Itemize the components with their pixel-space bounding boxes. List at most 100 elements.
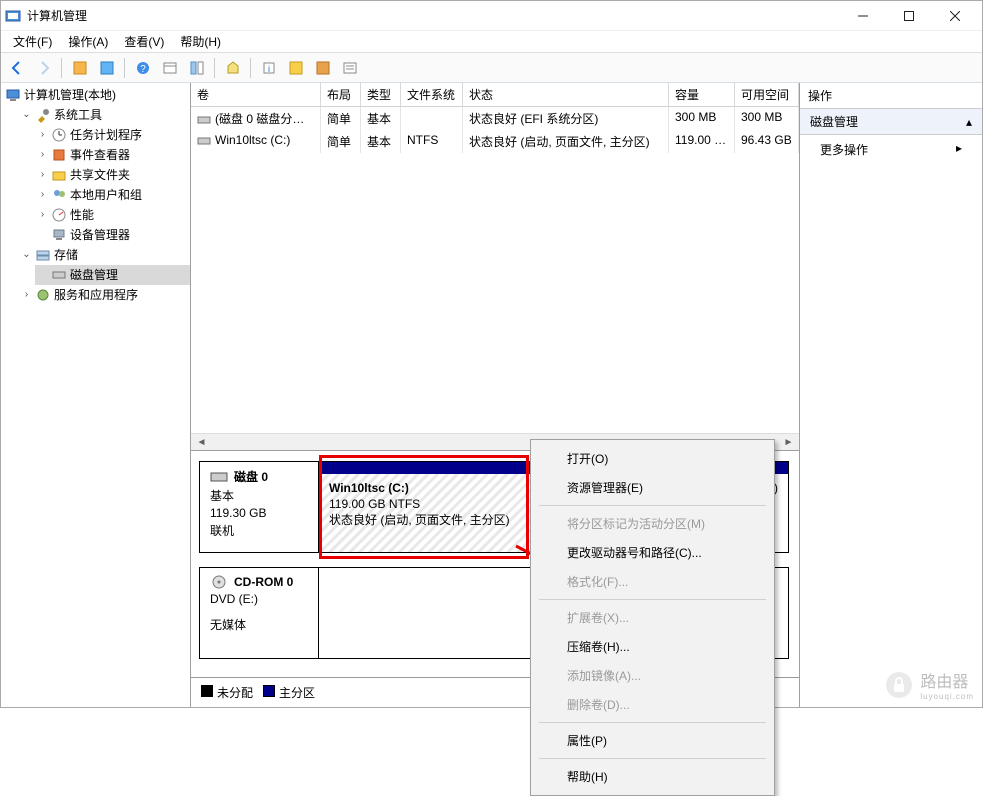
ctx-extend: 扩展卷(X)... <box>533 603 772 632</box>
tree-label: 服务和应用程序 <box>54 286 138 304</box>
vol-free: 300 MB <box>735 107 799 130</box>
actions-more-label: 更多操作 <box>820 141 868 158</box>
tb-icon-7[interactable] <box>284 57 307 79</box>
expand-icon[interactable]: › <box>21 290 32 301</box>
drive-icon <box>197 114 211 126</box>
tree-local-users[interactable]: › 本地用户和组 <box>35 185 190 205</box>
computer-icon <box>5 87 21 103</box>
scroll-right-icon[interactable]: ► <box>780 435 797 450</box>
scroll-left-icon[interactable]: ◄ <box>193 435 210 450</box>
navigation-tree: 计算机管理(本地) ⌄ 系统工具 ›任务计划程序 ›事件查看器 <box>1 83 191 707</box>
minimize-button[interactable] <box>840 1 886 31</box>
tree-performance[interactable]: › 性能 <box>35 205 190 225</box>
ctx-properties[interactable]: 属性(P) <box>533 726 772 755</box>
ctx-explorer[interactable]: 资源管理器(E) <box>533 473 772 502</box>
menu-action[interactable]: 操作(A) <box>60 31 116 52</box>
forward-button[interactable] <box>32 57 55 79</box>
col-fs[interactable]: 文件系统 <box>401 83 463 106</box>
svg-text:?: ? <box>140 64 146 75</box>
maximize-button[interactable] <box>886 1 932 31</box>
drive-icon <box>197 135 211 147</box>
expand-icon[interactable]: › <box>37 150 48 161</box>
vol-layout: 简单 <box>321 130 361 153</box>
tree-services-apps[interactable]: › 服务和应用程序 <box>19 285 190 305</box>
col-volume[interactable]: 卷 <box>191 83 321 106</box>
help-icon[interactable]: ? <box>131 57 154 79</box>
actions-header: 操作 <box>800 83 982 109</box>
tb-icon-6[interactable]: i <box>257 57 280 79</box>
tb-icon-1[interactable] <box>68 57 91 79</box>
tree-label: 本地用户和组 <box>70 186 142 204</box>
legend-swatch-primary <box>263 685 275 697</box>
legend-primary: 主分区 <box>279 686 315 700</box>
expand-icon[interactable]: ⌄ <box>21 110 32 121</box>
col-capacity[interactable]: 容量 <box>669 83 735 106</box>
disk0-header[interactable]: 磁盘 0 基本 119.30 GB 联机 <box>199 461 319 553</box>
col-layout[interactable]: 布局 <box>321 83 361 106</box>
tree-storage[interactable]: ⌄ 存储 <box>19 245 190 265</box>
tree-task-scheduler[interactable]: ›任务计划程序 <box>35 125 190 145</box>
close-button[interactable] <box>932 1 978 31</box>
ctx-format: 格式化(F)... <box>533 567 772 596</box>
expand-icon[interactable]: › <box>37 170 48 181</box>
vol-status: 状态良好 (启动, 页面文件, 主分区) <box>463 130 669 153</box>
volume-body: (磁盘 0 磁盘分区 2) 简单 基本 状态良好 (EFI 系统分区) 300 … <box>191 107 799 433</box>
actions-section[interactable]: 磁盘管理 ▴ <box>800 109 982 135</box>
tb-icon-4[interactable] <box>185 57 208 79</box>
context-menu: 打开(O) 资源管理器(E) 将分区标记为活动分区(M) 更改驱动器号和路径(C… <box>530 439 775 796</box>
tree-event-viewer[interactable]: ›事件查看器 <box>35 145 190 165</box>
tb-icon-2[interactable] <box>95 57 118 79</box>
volume-row[interactable]: Win10ltsc (C:) 简单 基本 NTFS 状态良好 (启动, 页面文件… <box>191 130 799 153</box>
menu-view[interactable]: 查看(V) <box>116 31 172 52</box>
ctx-open[interactable]: 打开(O) <box>533 444 772 473</box>
actions-more[interactable]: 更多操作 ▸ <box>800 135 982 164</box>
ctx-shrink[interactable]: 压缩卷(H)... <box>533 632 772 661</box>
col-type[interactable]: 类型 <box>361 83 401 106</box>
cdrom-header[interactable]: CD-ROM 0 DVD (E:) 无媒体 <box>199 567 319 659</box>
cdrom-label: CD-ROM 0 <box>234 575 293 589</box>
volume-row[interactable]: (磁盘 0 磁盘分区 2) 简单 基本 状态良好 (EFI 系统分区) 300 … <box>191 107 799 130</box>
tree-label: 性能 <box>70 206 94 224</box>
vol-type: 基本 <box>361 107 401 130</box>
legend-unallocated: 未分配 <box>217 686 253 700</box>
disk0-size: 119.30 GB <box>210 506 308 520</box>
expand-icon[interactable]: › <box>37 130 48 141</box>
svg-text:i: i <box>268 64 270 74</box>
col-free[interactable]: 可用空间 <box>735 83 799 106</box>
app-icon <box>5 8 21 24</box>
tree-shared-folders[interactable]: › 共享文件夹 <box>35 165 190 185</box>
expand-icon[interactable]: › <box>37 190 48 201</box>
tree-device-manager[interactable]: 设备管理器 <box>35 225 190 245</box>
tree-label: 磁盘管理 <box>70 266 118 284</box>
tree-disk-management[interactable]: 磁盘管理 <box>35 265 190 285</box>
tb-icon-9[interactable] <box>338 57 361 79</box>
col-status[interactable]: 状态 <box>463 83 669 106</box>
ctx-mark-active: 将分区标记为活动分区(M) <box>533 509 772 538</box>
menu-help[interactable]: 帮助(H) <box>172 31 229 52</box>
disk0-label: 磁盘 0 <box>234 468 268 485</box>
vol-name: Win10ltsc (C:) <box>215 133 290 147</box>
back-button[interactable] <box>5 57 28 79</box>
toolbar: ? i <box>1 53 982 83</box>
volume-list: 卷 布局 类型 文件系统 状态 容量 可用空间 (磁盘 0 磁盘分区 2) 简单… <box>191 83 799 451</box>
disk-icon <box>51 267 67 283</box>
ctx-change-letter[interactable]: 更改驱动器号和路径(C)... <box>533 538 772 567</box>
tb-icon-3[interactable] <box>158 57 181 79</box>
expand-icon[interactable]: › <box>37 210 48 221</box>
actions-panel: 操作 磁盘管理 ▴ 更多操作 ▸ <box>800 83 982 707</box>
tree-root-label: 计算机管理(本地) <box>24 86 116 104</box>
tree-label: 存储 <box>54 246 78 264</box>
event-icon <box>51 147 67 163</box>
volume-header: 卷 布局 类型 文件系统 状态 容量 可用空间 <box>191 83 799 107</box>
ctx-help[interactable]: 帮助(H) <box>533 762 772 791</box>
collapse-icon[interactable]: ▴ <box>966 115 972 129</box>
tree-label: 共享文件夹 <box>70 166 130 184</box>
menu-file[interactable]: 文件(F) <box>5 31 60 52</box>
device-icon <box>51 227 67 243</box>
tb-icon-5[interactable] <box>221 57 244 79</box>
tree-system-tools[interactable]: ⌄ 系统工具 <box>19 105 190 125</box>
expand-icon[interactable]: ⌄ <box>21 250 32 261</box>
tree-root[interactable]: 计算机管理(本地) <box>3 85 190 105</box>
tb-icon-8[interactable] <box>311 57 334 79</box>
cdrom-icon <box>210 574 228 590</box>
